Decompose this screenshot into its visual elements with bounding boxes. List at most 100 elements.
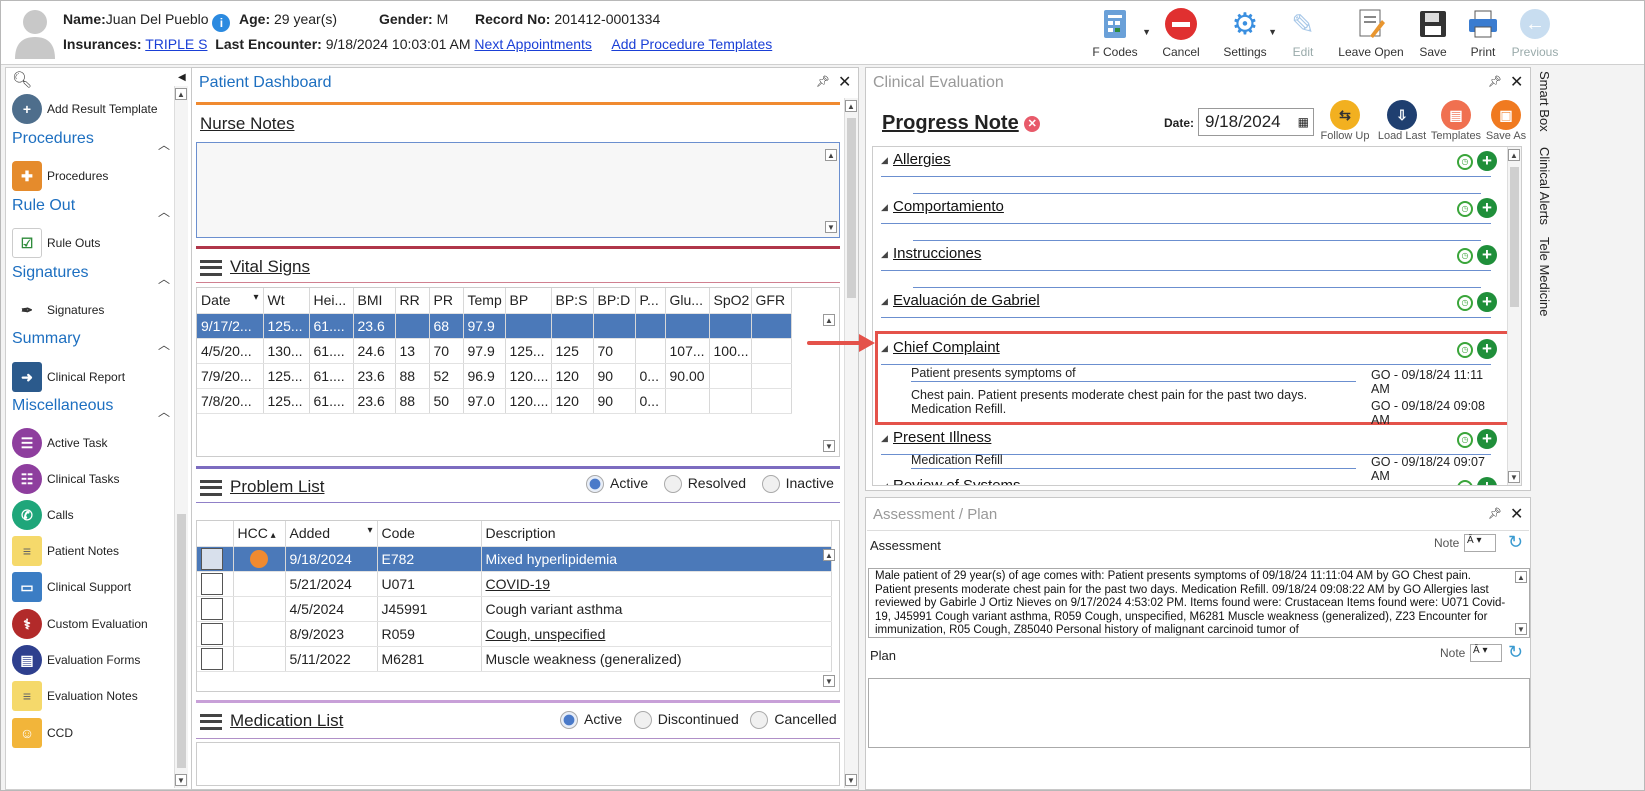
tab-clinical-alerts[interactable]: Clinical Alerts [1537,147,1552,225]
table-row[interactable]: 5/11/2022 M6281 Muscle weakness (generaliz… [197,646,832,672]
table-row[interactable]: 4/5/20... 130... 61.... 24.6 13 70 97.9 125... 1… [197,338,792,364]
calendar-icon[interactable]: ▦ [1298,115,1309,129]
scroll-up-icon[interactable]: ▲ [175,88,187,100]
close-icon[interactable]: ✕ [1510,504,1523,524]
section-chief-complaint[interactable]: ◢ Chief Complaint ◷ + [881,339,1497,365]
scroll-up-icon[interactable]: ▲ [825,149,837,161]
chevron-up-icon[interactable]: ︿ [158,270,170,287]
collapse-icon[interactable]: ◢ [881,202,888,213]
next-appointments-link[interactable]: Next Appointments [474,36,592,52]
dashboard-scrollbar[interactable]: ▲ ▼ [844,98,858,788]
insurance-link[interactable]: TRIPLE S [145,36,207,52]
alarm-clock-icon[interactable]: ◷ [1457,480,1473,485]
scroll-thumb[interactable] [177,514,186,768]
radio-med-cancelled[interactable]: Cancelled [750,711,837,730]
search-icon[interactable]: 🔍︎ [12,70,32,90]
add-icon[interactable]: + [1477,292,1497,312]
radio-med-active[interactable]: Active [560,711,622,730]
add-icon[interactable]: + [1477,429,1497,449]
remove-icon[interactable]: ✕ [1024,116,1041,132]
vitals-column-header[interactable]: Hei... [309,288,354,314]
close-icon[interactable]: ✕ [838,72,851,92]
scroll-up-icon[interactable]: ▲ [1515,571,1527,583]
section-signatures[interactable]: Signatures [12,264,89,282]
add-icon[interactable]: + [1477,339,1497,359]
problems-column-header[interactable]: Code [377,521,482,547]
alarm-clock-icon[interactable]: ◷ [1457,248,1473,264]
note-format-dropdown[interactable]: Ā ▾ [1464,534,1496,552]
collapse-icon[interactable]: ◢ [881,296,888,307]
vitals-column-header[interactable]: BP:D [593,288,636,314]
chief-complaint-entry-1[interactable]: Patient presents symptoms of [911,366,1356,382]
follow-up-button[interactable]: ⇆ Follow Up [1318,100,1372,142]
tab-smart-box[interactable]: Smart Box [1537,71,1552,132]
sidebar-item-ccd[interactable]: ☺ CCD [12,716,73,750]
sidebar-item-rule-outs[interactable]: ☑ Rule Outs [12,226,100,260]
vitals-column-header[interactable]: SpO2 [709,288,752,314]
scroll-down-icon[interactable]: ▼ [1508,471,1520,483]
row-checkbox[interactable] [201,622,223,645]
radio-resolved[interactable]: Resolved [663,475,746,494]
section-review-of-systems[interactable]: ◢Review of Systems◷+ [881,477,1497,485]
section-present-illness[interactable]: ◢ Present Illness ◷ + [881,429,1497,455]
problems-column-header[interactable] [197,521,234,547]
previous-button[interactable]: ← Previous [1503,5,1567,61]
sidebar-item-clinical-support[interactable]: ▭ Clinical Support [12,570,131,604]
vitals-column-header[interactable]: GFR [751,288,792,314]
problems-column-header[interactable]: Description [481,521,832,547]
add-procedure-templates-link[interactable]: Add Procedure Templates [611,36,772,52]
collapse-icon[interactable]: ◢ [881,433,888,444]
sort-icon[interactable]: ▾ [253,292,258,303]
chevron-up-icon[interactable]: ︿ [158,403,170,420]
add-icon[interactable]: + [1477,151,1497,171]
chief-complaint-entry-2[interactable]: Chest pain. Patient presents moderate ch… [911,388,1356,416]
info-icon[interactable]: i [212,14,231,32]
add-icon[interactable]: + [1477,245,1497,265]
edit-button[interactable]: ✎ Edit [1273,5,1333,61]
table-row[interactable]: 7/8/20... 125... 61.... 23.6 88 50 97.0 120....… [197,388,792,414]
plan-format-dropdown[interactable]: Ā ▾ [1470,644,1502,662]
vitals-column-header[interactable]: Temp [463,288,506,314]
section-evaluacion-de-gabriel[interactable]: ◢ Evaluación de Gabriel ◷ + [881,292,1497,318]
collapse-icon[interactable]: ◢ [881,343,888,354]
scroll-down-icon[interactable]: ▼ [1515,623,1527,635]
vitals-column-header[interactable]: BP:S [551,288,594,314]
row-checkbox[interactable] [201,572,223,595]
section-procedures[interactable]: Procedures [12,130,94,148]
table-row[interactable]: 9/17/2... 125... 61.... 23.6 68 97.9 [197,313,792,339]
sidebar-item-clinical-report[interactable]: ➜ Clinical Report [12,360,125,394]
present-illness-entry[interactable]: Medication Refill [911,453,1356,469]
chevron-up-icon[interactable]: ︿ [158,336,170,353]
scroll-up-icon[interactable]: ▲ [1508,149,1520,161]
radio-med-discontinued[interactable]: Discontinued [633,711,739,730]
table-row[interactable]: 7/9/20... 125... 61.... 23.6 88 52 96.9 120....… [197,363,792,389]
alarm-clock-icon[interactable]: ◷ [1457,342,1473,358]
scroll-thumb[interactable] [847,118,856,298]
alarm-clock-icon[interactable]: ◷ [1457,295,1473,311]
collapse-icon[interactable]: ◢ [881,481,888,485]
pin-icon[interactable]: 📌︎ [1488,75,1502,88]
add-icon[interactable]: + [1477,198,1497,218]
pin-icon[interactable]: 📌︎ [816,75,830,88]
problems-column-header[interactable]: Added ▾ [285,521,378,547]
section-comportamiento[interactable]: ◢ Comportamiento ◷ + [881,198,1497,224]
sidebar-item-active-task[interactable]: ☰ Active Task [12,426,107,460]
fcodes-button[interactable]: F Codes ▼ [1079,5,1151,61]
save-as-button[interactable]: ▣ Save As [1482,100,1530,142]
radio-inactive[interactable]: Inactive [761,475,834,494]
refresh-icon[interactable]: ↻ [1508,642,1523,663]
close-icon[interactable]: ✕ [1510,72,1523,92]
refresh-icon[interactable]: ↻ [1508,532,1523,553]
vitals-column-header[interactable]: BMI [353,288,396,314]
vitals-column-header[interactable]: Date ▾ [197,288,264,314]
settings-button[interactable]: ⚙ Settings ▼ [1209,5,1281,61]
row-checkbox[interactable] [201,597,223,620]
sort-icon[interactable]: ▾ [367,525,372,536]
date-input[interactable]: 9/18/2024 ▦ [1198,108,1314,136]
nurse-notes-textarea[interactable]: ▲ ▼ [196,142,840,238]
scroll-up-icon[interactable]: ▲ [823,549,835,561]
alarm-clock-icon[interactable]: ◷ [1457,154,1473,170]
table-row[interactable]: 4/5/2024 J45991 Cough variant asthma [197,596,832,622]
vitals-column-header[interactable]: BP [505,288,552,314]
vitals-column-header[interactable]: P... [635,288,666,314]
